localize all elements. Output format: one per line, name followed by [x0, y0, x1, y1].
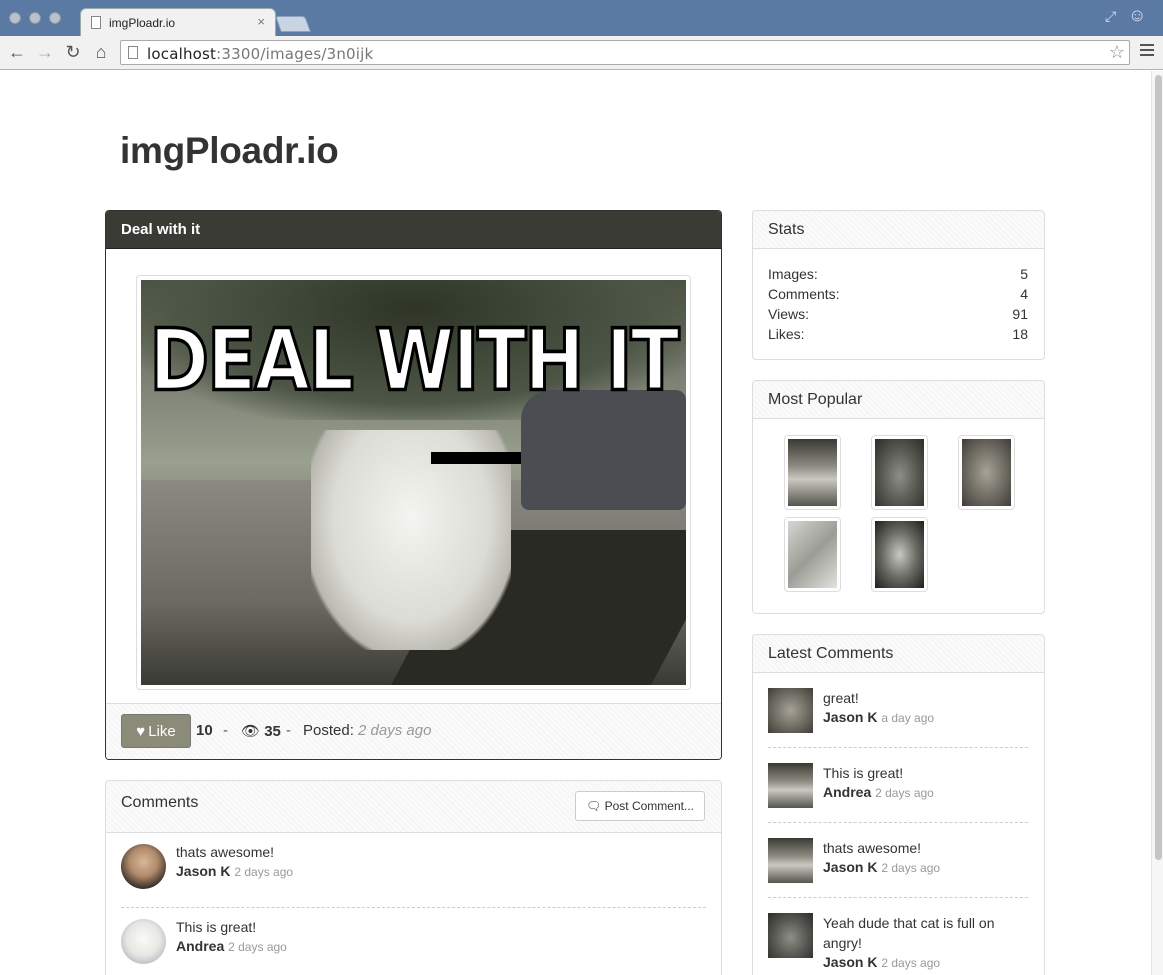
most-popular-heading: Most Popular	[753, 381, 1044, 419]
most-popular-panel: Most Popular	[752, 380, 1045, 614]
latest-comment-item[interactable]: great! Jason K a day ago	[768, 688, 1028, 748]
site-title[interactable]: imgPloadr.io	[120, 130, 339, 172]
comment-time: 2 days ago	[234, 865, 294, 879]
fullscreen-icon[interactable]: ⤢	[1105, 8, 1116, 25]
meme-caption: DEAL WITH IT	[148, 309, 681, 412]
separator: -	[286, 722, 291, 739]
stat-row: Likes: 18	[768, 326, 1028, 342]
page-scrollbar[interactable]	[1151, 71, 1163, 975]
url-text[interactable]: localhost:3300/images/3n0ijk	[147, 45, 373, 63]
latest-comment-item[interactable]: This is great! Andrea 2 days ago	[768, 763, 1028, 823]
comment-time: 2 days ago	[228, 940, 287, 954]
popular-thumbnail[interactable]	[958, 435, 1015, 510]
browser-titlebar: imgPloadr.io × ⤢ ☺	[0, 0, 1163, 36]
comment-author: Jason K	[823, 954, 878, 970]
comment-author: Jason K	[823, 709, 878, 725]
eye-icon: 👁	[241, 723, 261, 740]
address-bar[interactable]: localhost:3300/images/3n0ijk ☆	[120, 40, 1130, 65]
stat-row: Views: 91	[768, 306, 1028, 322]
browser-toolbar: ← → ↻ ⌂ localhost:3300/images/3n0ijk ☆	[0, 36, 1163, 70]
profile-icon[interactable]: ☺	[1128, 5, 1146, 26]
home-icon[interactable]: ⌂	[90, 42, 112, 63]
menu-icon[interactable]	[1140, 44, 1154, 59]
comment-time: a day ago	[881, 711, 935, 725]
stat-row: Images: 5	[768, 266, 1028, 282]
latest-comment-text: Yeah dude that cat is full on angry!	[823, 915, 995, 951]
tab-title: imgPloadr.io	[109, 16, 176, 30]
new-tab-button[interactable]	[275, 16, 311, 32]
comment-time: 2 days ago	[875, 786, 934, 800]
comment-item: thats awesome! Jason K 2 days ago	[121, 833, 706, 908]
latest-comment-text: This is great!	[823, 765, 904, 781]
latest-comment-item[interactable]: Yeah dude that cat is full on angry! Jas…	[768, 913, 1028, 975]
comment-author: Andrea	[823, 784, 872, 800]
latest-comment-text: great!	[823, 690, 859, 706]
stats-heading: Stats	[753, 211, 1044, 249]
page-icon	[128, 46, 138, 59]
comments-panel: Comments 🗨 Post Comment... thats awesome…	[105, 780, 722, 975]
comment-icon: 🗨	[586, 799, 602, 813]
view-count: 35	[264, 723, 281, 740]
heart-icon: ♥	[136, 722, 146, 740]
window-close-icon[interactable]	[9, 12, 21, 24]
latest-comment-text: thats awesome!	[823, 840, 922, 856]
browser-tab[interactable]: imgPloadr.io ×	[80, 8, 276, 36]
back-arrow-icon[interactable]: ←	[6, 42, 28, 63]
stats-panel: Stats Images: 5 Comments: 4 Views: 91 Likes…	[752, 210, 1045, 360]
posted-time: 2 days ago	[358, 722, 432, 739]
latest-comments-heading: Latest Comments	[753, 635, 1044, 673]
avatar	[121, 919, 166, 964]
forward-arrow-icon[interactable]: →	[34, 42, 56, 63]
like-count: 10	[196, 722, 213, 739]
like-button[interactable]: ♥ Like	[121, 714, 191, 748]
post-comment-button[interactable]: 🗨 Post Comment...	[575, 791, 705, 821]
main-image: DEAL WITH IT	[141, 280, 686, 685]
avatar	[121, 844, 166, 889]
tab-close-icon[interactable]: ×	[257, 14, 265, 29]
popular-thumbnail[interactable]	[871, 435, 928, 510]
reload-icon[interactable]: ↻	[62, 42, 84, 63]
comment-thumbnail[interactable]	[768, 838, 813, 883]
comment-time: 2 days ago	[881, 861, 941, 875]
comment-thumbnail[interactable]	[768, 913, 813, 958]
stat-row: Comments: 4	[768, 286, 1028, 302]
window-zoom-icon[interactable]	[49, 12, 61, 24]
latest-comments-panel: Latest Comments great! Jason K a day ago…	[752, 634, 1045, 975]
comment-text: This is great!	[176, 919, 257, 935]
window-minimize-icon[interactable]	[29, 12, 41, 24]
separator: -	[223, 722, 228, 739]
page-icon	[91, 16, 101, 29]
comment-thumbnail[interactable]	[768, 688, 813, 733]
comment-author: Andrea	[176, 938, 225, 954]
comment-thumbnail[interactable]	[768, 763, 813, 808]
image-frame: DEAL WITH IT	[136, 275, 691, 690]
popular-thumbnail[interactable]	[871, 517, 928, 592]
popular-thumbnail[interactable]	[784, 517, 841, 592]
posted-label: Posted:	[303, 722, 354, 739]
comment-author: Jason K	[823, 859, 878, 875]
image-title: Deal with it	[106, 211, 721, 249]
bookmark-star-icon[interactable]: ☆	[1109, 42, 1125, 63]
scrollbar-thumb[interactable]	[1155, 75, 1162, 860]
comment-author: Jason K	[176, 863, 231, 879]
image-panel: Deal with it DEAL WITH IT ♥ Like 10 - 👁 3…	[105, 210, 722, 760]
latest-comment-item[interactable]: thats awesome! Jason K 2 days ago	[768, 838, 1028, 898]
comment-item: This is great! Andrea 2 days ago	[121, 908, 706, 975]
comment-time: 2 days ago	[881, 956, 941, 970]
comment-text: thats awesome!	[176, 844, 275, 860]
popular-thumbnail[interactable]	[784, 435, 841, 510]
image-footer: ♥ Like 10 - 👁 35 - Posted: 2 days ago	[106, 703, 721, 759]
